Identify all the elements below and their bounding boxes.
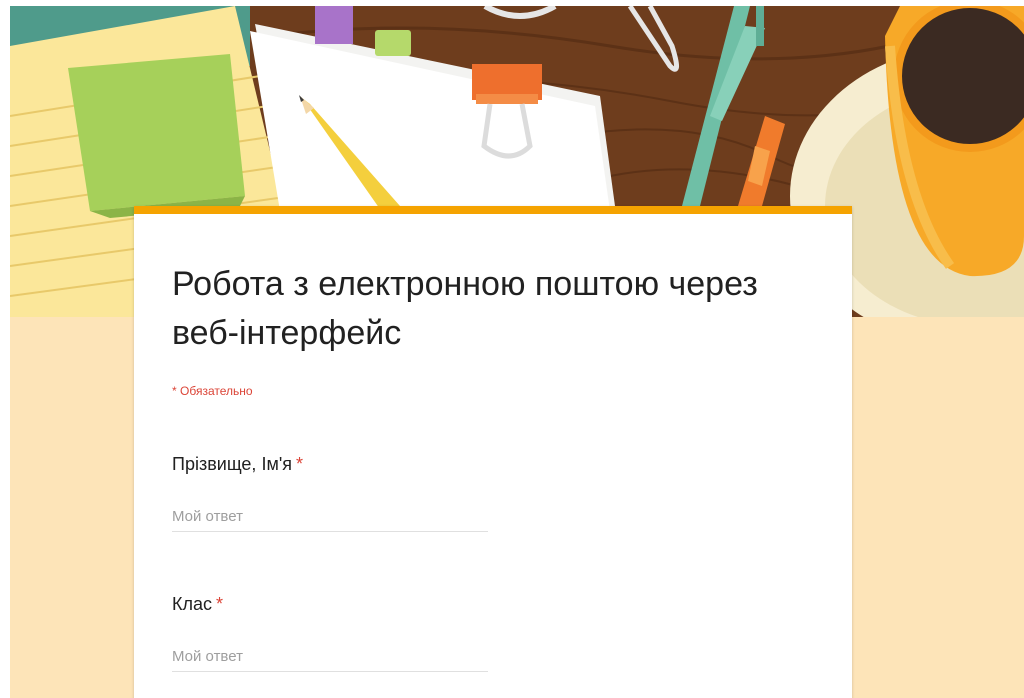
question-label: Прізвище, Ім'я [172,454,292,474]
class-input[interactable] [172,641,488,672]
form-card: Робота з електронною поштою через веб-ін… [134,206,852,698]
question-class: Клас * [172,591,792,672]
required-asterisk: * [216,594,224,614]
question-label: Клас [172,594,212,614]
surname-name-input[interactable] [172,501,488,532]
form-page: Робота з електронною поштою через веб-ін… [10,6,1024,698]
required-asterisk: * [296,454,304,474]
required-note: * Обязательно [172,384,253,398]
question-surname-name: Прізвище, Ім'я * [172,451,792,532]
form-title: Робота з електронною поштою через веб-ін… [172,265,758,352]
